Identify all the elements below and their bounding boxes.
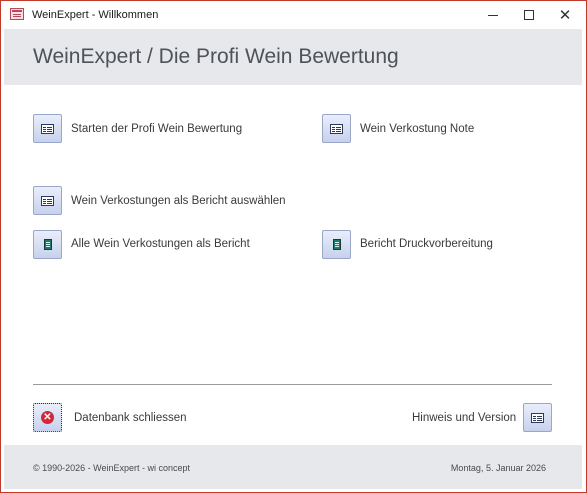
close-icon: ✕ — [558, 6, 572, 24]
header-banner: WeinExpert / Die Profi Wein Bewertung — [4, 29, 582, 85]
close-circle-icon: ✕ — [41, 411, 54, 424]
verkostungen-auswaehlen-label: Wein Verkostungen als Bericht auswählen — [71, 195, 286, 207]
app-window: WeinExpert - Willkommen ✕ WeinExpert / D… — [0, 0, 587, 493]
minimize-icon — [488, 14, 498, 16]
app-form-icon — [10, 8, 24, 20]
verkostung-note-button[interactable] — [322, 114, 351, 143]
close-window-button[interactable]: ✕ — [547, 1, 583, 29]
starten-bewertung-label: Starten der Profi Wein Bewertung — [71, 123, 243, 135]
maximize-icon — [524, 10, 534, 20]
form-icon — [531, 412, 544, 423]
druckvorbereitung-label: Bericht Druckvorbereitung — [360, 238, 493, 250]
verkostung-note-label: Wein Verkostung Note — [360, 123, 475, 135]
title-bar[interactable]: WeinExpert - Willkommen ✕ — [1, 1, 586, 29]
starten-bewertung-button[interactable] — [33, 114, 62, 143]
hinweis-version-button[interactable] — [523, 403, 552, 432]
copyright-text: © 1990-2026 - WeinExpert - wi concept — [33, 463, 191, 473]
alle-verkostungen-label: Alle Wein Verkostungen als Bericht — [71, 238, 250, 250]
alle-verkostungen-button[interactable] — [33, 230, 62, 259]
druckvorbereitung-button[interactable] — [322, 230, 351, 259]
form-icon — [41, 195, 54, 206]
minimize-button[interactable] — [475, 1, 511, 29]
form-icon — [41, 123, 54, 134]
window-title: WeinExpert - Willkommen — [32, 9, 159, 21]
report-icon — [43, 239, 52, 250]
page-title: WeinExpert / Die Profi Wein Bewertung — [33, 45, 399, 68]
report-icon — [332, 239, 341, 250]
datenbank-schliessen-button[interactable]: ✕ — [33, 403, 62, 432]
form-icon — [330, 123, 343, 134]
hinweis-version-label: Hinweis und Version — [412, 412, 517, 424]
date-text: Montag, 5. Januar 2026 — [450, 463, 546, 473]
divider — [33, 384, 552, 385]
maximize-button[interactable] — [511, 1, 547, 29]
datenbank-schliessen-label: Datenbank schliessen — [74, 412, 187, 424]
footer-bar: © 1990-2026 - WeinExpert - wi concept Mo… — [4, 445, 582, 489]
verkostungen-auswaehlen-button[interactable] — [33, 186, 62, 215]
